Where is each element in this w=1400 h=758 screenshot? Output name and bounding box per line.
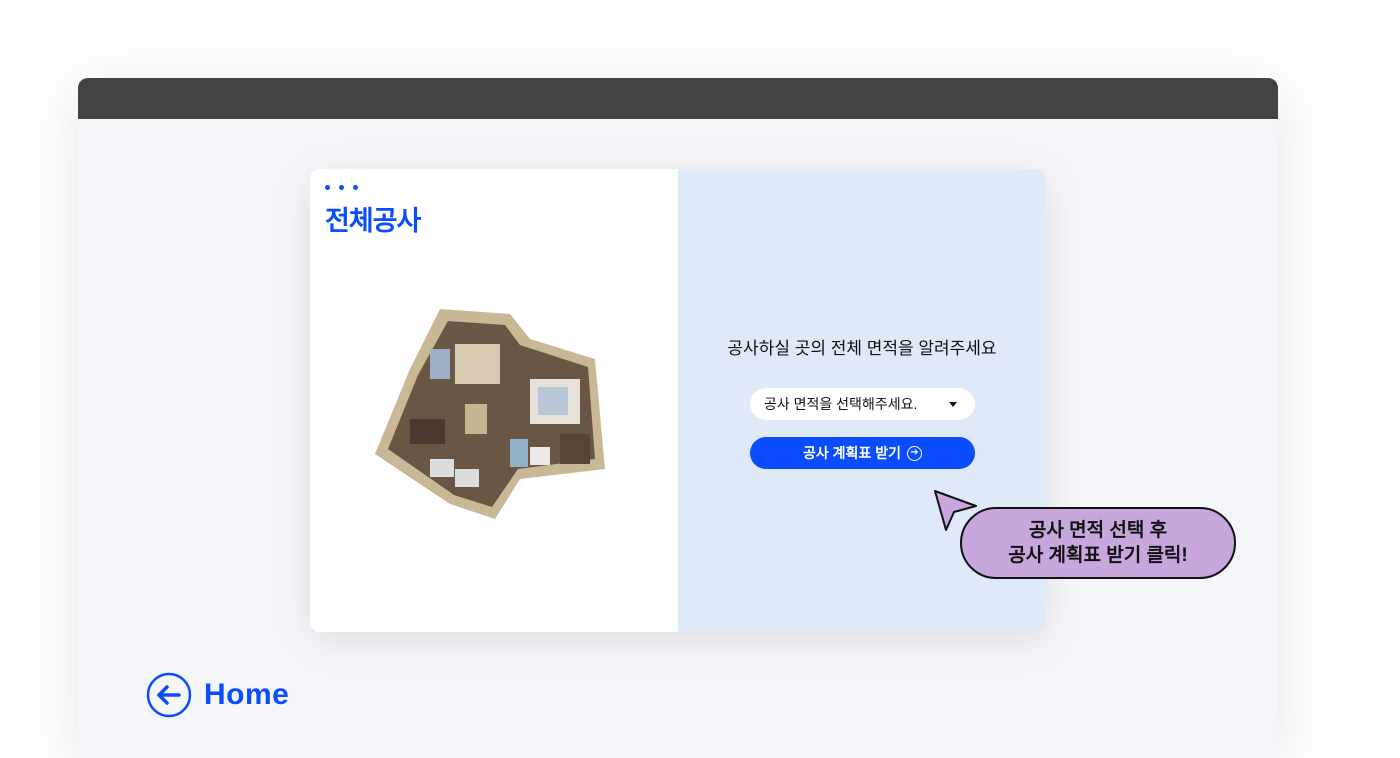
floorplan-image (375, 309, 605, 519)
get-plan-button-label: 공사 계획표 받기 (803, 445, 901, 461)
card-left-panel: 전체공사 (310, 169, 678, 632)
hint-line-1: 공사 면적 선택 후 (1028, 520, 1168, 541)
card-title: 전체공사 (325, 206, 421, 236)
arrow-left-circle-icon (146, 672, 192, 718)
home-link[interactable]: Home (146, 672, 289, 718)
construction-card: 전체공사 공사하실 곳의 전체 면적을 알려주세요 공사 면적을 선택해주세요.… (310, 169, 1046, 632)
area-select[interactable]: 공사 면적을 선택해주세요. (750, 388, 975, 420)
home-label: Home (204, 678, 290, 711)
hint-bubble: 공사 면적 선택 후 공사 계획표 받기 클릭! (960, 507, 1236, 579)
area-select-value: 공사 면적을 선택해주세요. (764, 396, 918, 412)
dots-icon (325, 185, 358, 190)
hint-line-2: 공사 계획표 받기 클릭! (1008, 545, 1188, 566)
area-prompt: 공사하실 곳의 전체 면적을 알려주세요 (727, 339, 997, 358)
get-plan-button[interactable]: 공사 계획표 받기 ➔ (750, 437, 975, 469)
window-titlebar (78, 78, 1278, 119)
caret-down-icon (949, 401, 957, 407)
arrow-circle-right-icon: ➔ (906, 445, 922, 461)
